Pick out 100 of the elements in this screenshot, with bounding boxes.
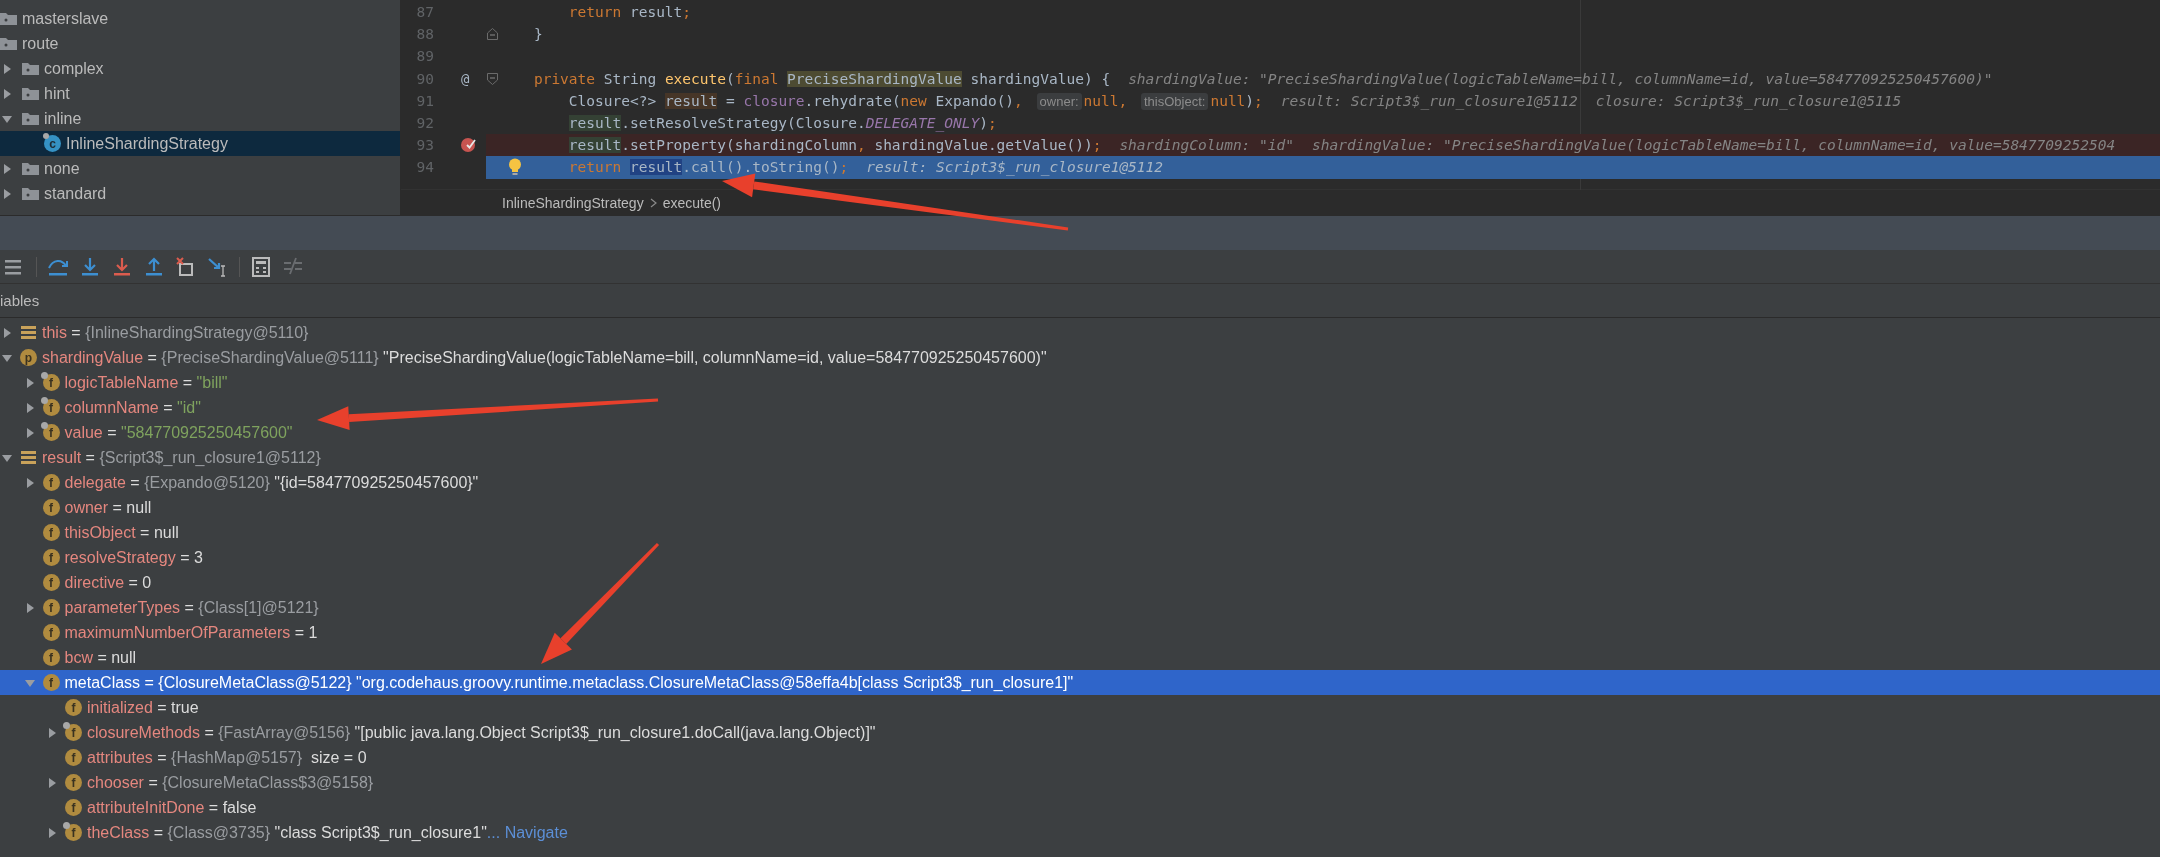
variable-row[interactable]: f attributes = {HashMap@5157} size = 0 bbox=[0, 745, 2160, 770]
folder-icon bbox=[22, 185, 39, 202]
line-number: 92 bbox=[415, 115, 434, 132]
folder-icon bbox=[22, 85, 39, 102]
variable-row[interactable]: p shardingValue = {PreciseShardingValue@5111} "PreciseShardingValue(logicTableName=bill, columnName=id, value=584770925250457600)" bbox=[0, 345, 2160, 370]
field-icon: f bbox=[42, 399, 60, 416]
force-step-into-icon[interactable] bbox=[111, 255, 133, 278]
variable-row[interactable]: f value = "584770925250457600" bbox=[0, 420, 2160, 445]
folder-icon bbox=[22, 110, 39, 127]
code-line: result.setProperty(shardingColumn, shardingValue.getValue()); bbox=[567, 137, 1102, 154]
variable-row[interactable]: f initialized = true bbox=[0, 695, 2160, 720]
expand-arrow-icon[interactable] bbox=[24, 377, 35, 388]
field-icon: f bbox=[65, 774, 82, 791]
step-into-icon[interactable] bbox=[79, 255, 101, 278]
expand-arrow-icon[interactable] bbox=[47, 777, 57, 788]
variable-row[interactable]: f directive = 0 bbox=[0, 570, 2160, 595]
variable-row[interactable]: f theClass = {Class@3735} "class Script3$_run_closure1"... Navigate bbox=[0, 820, 2160, 845]
inline-debug-value: shardingValue: "PreciseShardingValue(logicTableName=bill, columnName=id, value=5847709252504 bbox=[1312, 137, 2116, 154]
fold-icon[interactable] bbox=[487, 72, 498, 85]
field-icon: f bbox=[65, 824, 82, 841]
variable-row[interactable]: this = {InlineShardingStrategy@5110} bbox=[0, 320, 2160, 345]
tree-item[interactable]: hint bbox=[0, 81, 400, 106]
tree-item[interactable]: masterslave bbox=[0, 6, 400, 31]
fold-icon[interactable] bbox=[487, 28, 498, 41]
inline-debug-value: shardingValue: "PreciseShardingValue(logicTableName=bill, columnName=id, value=584770925250457600)" bbox=[1128, 70, 1993, 87]
variable-row[interactable]: f thisObject = null bbox=[0, 520, 2160, 545]
variable-row[interactable]: f delegate = {Expando@5120} "{id=584770925250457600}" bbox=[0, 470, 2160, 495]
inline-debug-value: closure: Script3$_run_closure1@5115 bbox=[1595, 92, 1902, 109]
chevron-icon bbox=[649, 197, 657, 208]
class-icon: c bbox=[44, 135, 61, 152]
expand-arrow-icon[interactable] bbox=[2, 452, 12, 463]
expand-arrow-icon[interactable] bbox=[24, 477, 35, 488]
breadcrumb-item[interactable]: execute() bbox=[662, 194, 721, 211]
field-icon: f bbox=[42, 574, 60, 591]
field-icon: f bbox=[42, 649, 60, 666]
folder-icon bbox=[22, 160, 39, 177]
panel-title: iables bbox=[0, 292, 40, 309]
variable-row[interactable]: f resolveStrategy = 3 bbox=[0, 545, 2160, 570]
field-icon: f bbox=[42, 549, 60, 566]
expand-arrow-icon[interactable] bbox=[24, 402, 35, 413]
expand-arrow-icon[interactable] bbox=[2, 63, 12, 74]
line-number: 94 bbox=[415, 159, 434, 176]
inline-debug-value: shardingColumn: "id" bbox=[1119, 137, 1294, 154]
variable-row[interactable]: f logicTableName = "bill" bbox=[0, 370, 2160, 395]
annotation-gutter-icon[interactable]: @ bbox=[461, 70, 470, 87]
field-icon: f bbox=[65, 724, 82, 741]
variable-icon bbox=[20, 324, 37, 341]
field-icon: f bbox=[42, 624, 60, 641]
expand-arrow-icon[interactable] bbox=[2, 88, 12, 99]
variable-row[interactable]: result = {Script3$_run_closure1@5112} bbox=[0, 445, 2160, 470]
line-number: 93 bbox=[415, 137, 434, 154]
field-icon: f bbox=[42, 524, 60, 541]
variable-icon bbox=[20, 449, 37, 466]
calculator-icon[interactable] bbox=[250, 255, 272, 278]
line-number: 91 bbox=[415, 92, 434, 109]
line-number: 89 bbox=[415, 48, 434, 65]
variable-row[interactable]: f closureMethods = {FastArray@5156} "[public java.lang.Object Script3$_run_closure1.doCall(java.lang.Object)]" bbox=[0, 720, 2160, 745]
expand-arrow-icon[interactable] bbox=[24, 427, 35, 438]
expand-arrow-icon[interactable] bbox=[47, 827, 57, 838]
variable-row[interactable]: f maximumNumberOfParameters = 1 bbox=[0, 620, 2160, 645]
field-icon: f bbox=[42, 674, 60, 691]
lightbulb-icon[interactable] bbox=[508, 158, 522, 177]
field-icon: f bbox=[65, 749, 82, 766]
tree-item[interactable]: none bbox=[0, 156, 400, 181]
breakpoint-icon[interactable] bbox=[460, 137, 476, 154]
field-icon: f bbox=[42, 499, 60, 516]
expand-arrow-icon[interactable] bbox=[47, 727, 57, 738]
parameter-icon: p bbox=[20, 349, 37, 366]
breadcrumb-item[interactable]: InlineShardingStrategy bbox=[502, 194, 644, 211]
tree-item[interactable]: complex bbox=[0, 56, 400, 81]
inline-debug-value: result: Script3$_run_closure1@5112 bbox=[1280, 92, 1578, 109]
tree-item[interactable]: route bbox=[0, 31, 400, 56]
field-icon: f bbox=[42, 474, 60, 491]
code-line: return result.call().toString(); bbox=[567, 159, 849, 176]
code-line: return result; bbox=[567, 4, 692, 21]
code-line: result.setResolveStrategy(Closure.DELEGATE_ONLY); bbox=[567, 115, 997, 132]
tree-item[interactable]: c InlineShardingStrategy bbox=[0, 131, 400, 156]
variable-row[interactable]: f metaClass = {ClosureMetaClass@5122} "org.codehaus.groovy.runtime.metaclass.ClosureMetaClass@58effa4b[class Script3$_run_closure1]" bbox=[0, 670, 2160, 695]
code-line: private String execute(final PreciseShardingValue shardingValue) { bbox=[532, 70, 1111, 87]
tree-item[interactable]: inline bbox=[0, 106, 400, 131]
expand-arrow-icon[interactable] bbox=[2, 352, 12, 363]
field-icon: f bbox=[42, 374, 60, 391]
variable-row[interactable]: f owner = null bbox=[0, 495, 2160, 520]
expand-arrow-icon[interactable] bbox=[2, 113, 12, 124]
expand-arrow-icon[interactable] bbox=[2, 188, 12, 199]
variable-row[interactable]: f columnName = "id" bbox=[0, 395, 2160, 420]
variable-row[interactable]: f bcw = null bbox=[0, 645, 2160, 670]
expand-arrow-icon[interactable] bbox=[2, 327, 12, 338]
variable-row[interactable]: f chooser = {ClosureMetaClass$3@5158} bbox=[0, 770, 2160, 795]
tree-item[interactable]: standard bbox=[0, 181, 400, 206]
line-number: 90 bbox=[415, 70, 434, 87]
line-number: 87 bbox=[415, 4, 434, 21]
expand-arrow-icon[interactable] bbox=[2, 163, 12, 174]
step-out-icon[interactable] bbox=[143, 255, 165, 278]
line-number: 88 bbox=[415, 26, 434, 43]
inline-debug-value: result: Script3$_run_closure1@5112 bbox=[866, 159, 1164, 176]
variable-row[interactable]: f attributeInitDone = false bbox=[0, 795, 2160, 820]
variable-row[interactable]: f parameterTypes = {Class[1]@5121} bbox=[0, 595, 2160, 620]
field-icon: f bbox=[42, 599, 60, 616]
expand-arrow-icon[interactable] bbox=[24, 602, 35, 613]
